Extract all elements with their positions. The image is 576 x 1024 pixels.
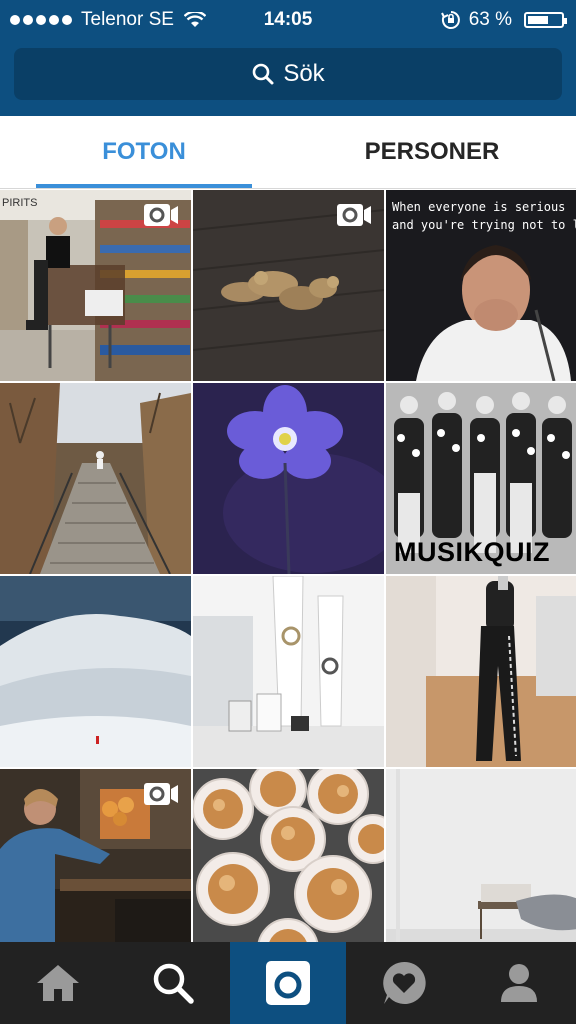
- camera-icon: [266, 961, 310, 1005]
- photo-supermarket-cart[interactable]: PIRITS: [0, 190, 191, 381]
- photo-minimal-room[interactable]: [386, 769, 576, 942]
- photo-jewelry-display[interactable]: [193, 576, 384, 767]
- tab-people[interactable]: PERSONER: [324, 116, 540, 188]
- status-bar: Telenor SE 14:05 63 %: [0, 0, 576, 38]
- active-tab-indicator: [36, 184, 252, 188]
- nav-home[interactable]: [0, 942, 115, 1024]
- video-icon: [144, 204, 178, 226]
- photo-blue-flower[interactable]: [193, 383, 384, 574]
- video-icon: [337, 204, 371, 226]
- header: Sök: [0, 38, 576, 116]
- search-icon: [253, 63, 274, 85]
- photo-mirror-selfie[interactable]: [386, 576, 576, 767]
- photo-outdoor-stairs[interactable]: [0, 383, 191, 574]
- status-right: 63 %: [440, 9, 567, 31]
- svg-text:PIRITS: PIRITS: [2, 197, 37, 209]
- tab-bar: FOTON PERSONER: [0, 116, 576, 189]
- nav-camera[interactable]: [230, 942, 346, 1024]
- photo-kittens[interactable]: [193, 190, 384, 381]
- activity-heart-icon: [382, 961, 426, 1004]
- home-icon: [36, 965, 79, 1001]
- photo-musikquiz[interactable]: MUSIKQUIZ: [386, 383, 576, 574]
- search-icon: [153, 963, 194, 1004]
- photo-meme-laughing[interactable]: When everyone is serious and you're tryi…: [386, 190, 576, 381]
- photo-snowy-mountain[interactable]: [0, 576, 191, 767]
- photo-grid: PIRITS When everyone is serious and you'…: [0, 190, 576, 942]
- profile-icon: [500, 964, 537, 1002]
- battery-icon: [524, 12, 567, 28]
- tab-photos[interactable]: FOTON: [36, 116, 252, 188]
- musikquiz-overlay-text: MUSIKQUIZ: [394, 537, 550, 567]
- orientation-lock-icon: [440, 11, 460, 29]
- search-label: Sök: [283, 60, 325, 87]
- bottom-nav: [0, 942, 576, 1024]
- battery-percent: 63 %: [468, 9, 512, 30]
- nav-search[interactable]: [115, 942, 230, 1024]
- nav-profile[interactable]: [461, 942, 576, 1024]
- meme-caption: When everyone is serious and you're tryi…: [392, 200, 576, 232]
- search-bar[interactable]: Sök: [14, 48, 562, 100]
- video-icon: [144, 783, 178, 805]
- photo-cafe-man[interactable]: [0, 769, 191, 942]
- photo-muffins[interactable]: [193, 769, 384, 942]
- nav-activity[interactable]: [346, 942, 461, 1024]
